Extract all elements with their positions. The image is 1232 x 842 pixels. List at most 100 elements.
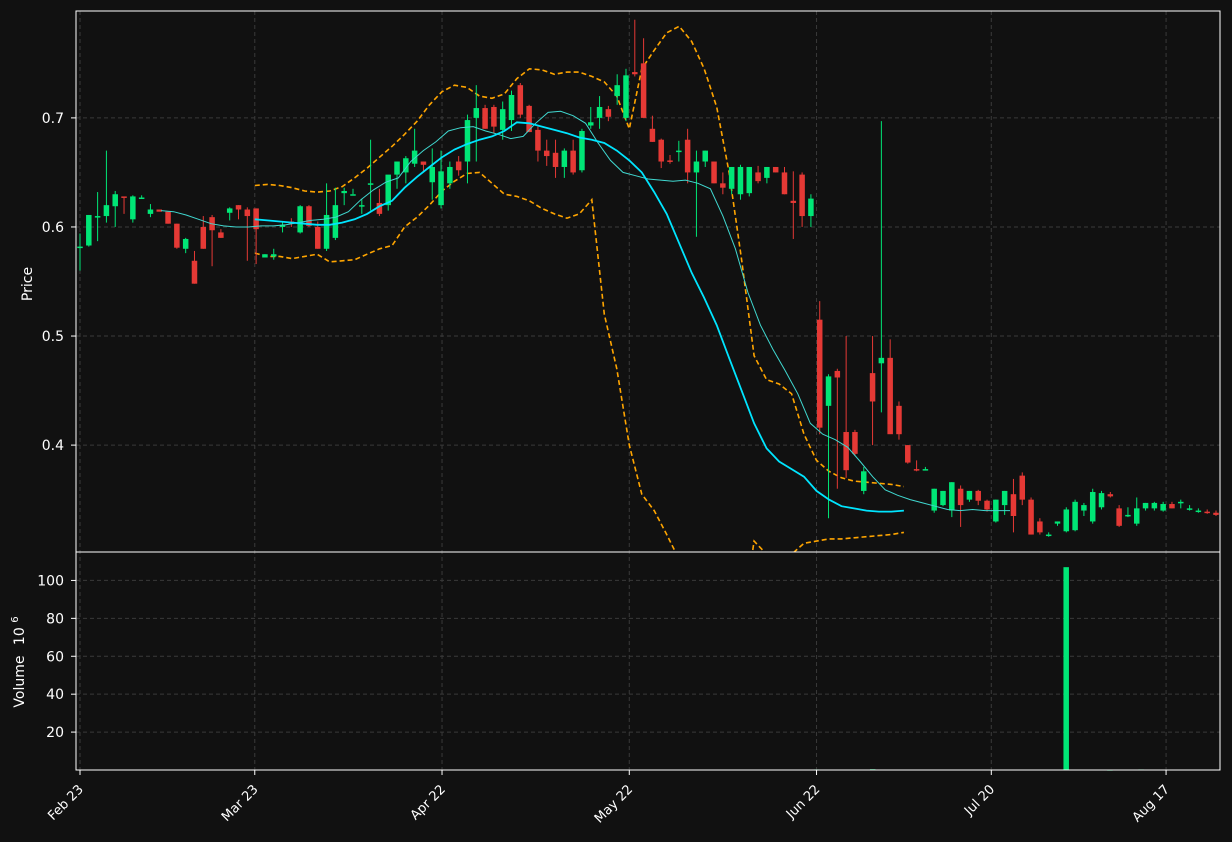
- candle-body: [623, 75, 629, 118]
- candle-body: [1081, 505, 1087, 511]
- candle-body: [491, 106, 497, 127]
- axes: Feb 23 Mar 23 Apr 22 May 22 Jun 22 Jul 20 Aug …: [37, 10, 1221, 826]
- candle-body: [869, 373, 876, 402]
- candle-body: [112, 194, 118, 207]
- candle-body: [411, 150, 418, 164]
- candle-body: [341, 190, 347, 194]
- candle-body: [957, 488, 964, 506]
- candle-body: [429, 166, 435, 183]
- bollinger-lower-line: [254, 171, 905, 552]
- candle-body: [165, 211, 171, 224]
- candle-body: [1098, 493, 1105, 508]
- candle-body: [1116, 508, 1122, 526]
- candle-body: [103, 205, 110, 217]
- candle-body: [1178, 501, 1184, 504]
- candle-body: [1142, 502, 1149, 509]
- candle-body: [1160, 504, 1166, 511]
- candle-body: [482, 108, 488, 129]
- candle-body: [306, 206, 312, 226]
- candle-body: [1001, 490, 1008, 506]
- candle-body: [1010, 494, 1017, 517]
- candle-body: [1169, 504, 1175, 509]
- candle-body: [772, 166, 779, 173]
- candle-body: [420, 161, 427, 165]
- candle-body: [632, 72, 638, 75]
- candle-body: [508, 94, 515, 121]
- candle-body: [1195, 510, 1202, 513]
- candle-body: [702, 150, 708, 162]
- candle-body: [394, 161, 400, 175]
- grid: [76, 11, 1220, 770]
- candle-body: [262, 254, 268, 258]
- candle-body: [244, 209, 251, 217]
- candle-body: [720, 183, 726, 188]
- candle-body: [658, 139, 664, 162]
- candle-body: [905, 445, 911, 463]
- candlestick-chart: Feb 23 Mar 23 Apr 22 May 22 Jun 22 Jul 20 Aug …: [10, 10, 1221, 826]
- candle-body: [614, 85, 620, 97]
- candle-body: [130, 196, 136, 220]
- candle-body: [455, 161, 462, 171]
- candle-body: [728, 166, 735, 189]
- volume-axis-label-power: 6: [10, 616, 21, 622]
- candle-body: [543, 150, 550, 157]
- candle-body: [1019, 475, 1026, 500]
- candle-body: [588, 122, 594, 126]
- x-tick-label: Jun 22: [783, 782, 823, 822]
- candle-body: [359, 205, 365, 207]
- price-tick-label: 0.6: [42, 220, 64, 236]
- candle-body: [852, 432, 858, 454]
- candle-body: [332, 205, 339, 238]
- candle-body: [949, 482, 955, 511]
- candle-body: [1089, 492, 1096, 522]
- candle-body: [816, 319, 823, 428]
- candle-body: [226, 208, 233, 213]
- ma-slow-line: [254, 121, 904, 513]
- volume-axis-label-text: Volume: [12, 656, 28, 708]
- candle-body: [966, 490, 973, 500]
- candle-body: [121, 196, 127, 198]
- candle-body: [235, 205, 242, 210]
- candle-body: [138, 197, 145, 200]
- candle-body: [887, 357, 893, 435]
- candle-body: [147, 209, 154, 214]
- candle-body: [1054, 521, 1061, 524]
- candle-body: [1151, 502, 1158, 509]
- candle-body: [825, 376, 832, 406]
- candle-body: [913, 469, 920, 471]
- volume-panel-frame: [75, 551, 1221, 771]
- candle-body: [596, 106, 603, 118]
- candle-body: [77, 246, 83, 249]
- candle-body: [984, 500, 990, 510]
- x-tick-label: May 22: [592, 782, 636, 826]
- candle-body: [86, 214, 92, 246]
- candle-body: [605, 109, 612, 117]
- candle-body: [878, 357, 885, 364]
- candle-body: [218, 232, 224, 238]
- volume-axis-label: Volume 10 6: [10, 616, 28, 707]
- x-tick-label: Apr 22: [408, 782, 449, 823]
- volume-tick-label: 60: [46, 649, 64, 665]
- candle-body: [517, 85, 524, 115]
- candle-body: [438, 171, 444, 206]
- candle-body: [473, 108, 480, 118]
- candle-body: [297, 206, 303, 233]
- candle-body: [174, 223, 180, 248]
- x-tick-label: Aug 17: [1130, 782, 1173, 825]
- price-panel: [77, 19, 1219, 552]
- candle-body: [270, 254, 277, 257]
- indicator-lines: [254, 25, 905, 552]
- candle-body: [640, 63, 647, 118]
- candle-body: [975, 490, 981, 501]
- candle-body: [861, 471, 867, 491]
- candle-body: [323, 214, 330, 249]
- bollinger-upper-line: [254, 25, 905, 488]
- candle-body: [684, 139, 691, 173]
- candle-body: [367, 183, 374, 185]
- candle-body: [896, 405, 902, 435]
- candle-body: [552, 152, 559, 167]
- candle-body: [676, 150, 682, 153]
- candle-body: [182, 238, 189, 249]
- candle-body: [764, 166, 770, 178]
- x-tick-label: Feb 23: [45, 782, 87, 824]
